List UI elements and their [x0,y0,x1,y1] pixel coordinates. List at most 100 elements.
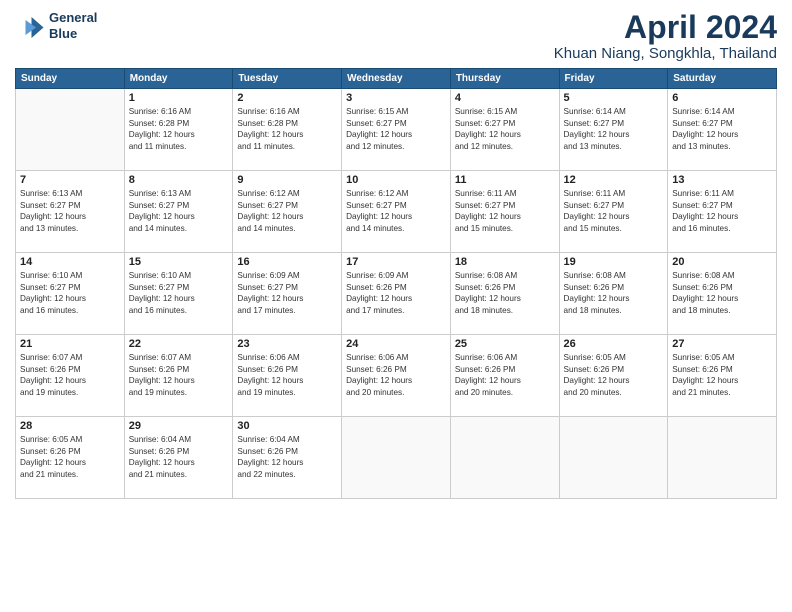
calendar-header: SundayMondayTuesdayWednesdayThursdayFrid… [16,69,777,89]
weekday-header-cell: Saturday [668,69,777,89]
day-number: 22 [129,338,229,350]
calendar-cell: 7 Sunrise: 6:13 AMSunset: 6:27 PMDaylight… [16,171,125,253]
calendar-cell: 6Sunrise: 6:14 AMSunset: 6:27 PMDaylight… [668,89,777,171]
calendar-cell: 9Sunrise: 6:12 AMSunset: 6:27 PMDaylight… [233,171,342,253]
calendar-cell: 4Sunrise: 6:15 AMSunset: 6:27 PMDaylight… [450,89,559,171]
calendar-week-row: 1 Sunrise: 6:16 AMSunset: 6:28 PMDaylight… [16,89,777,171]
day-info: Sunrise: 6:08 AMSunset: 6:26 PMDaylight:… [455,270,555,316]
day-info: Sunrise: 6:10 AMSunset: 6:27 PMDaylight:… [20,270,120,316]
day-number: 18 [455,256,555,268]
weekday-header-cell: Tuesday [233,69,342,89]
day-number: 10 [346,174,446,186]
calendar-cell [559,417,668,499]
calendar-cell: 19 Sunrise: 6:08 AMSunset: 6:26 PMDayligh… [559,253,668,335]
day-number: 26 [564,338,664,350]
logo-text: General Blue [49,10,97,41]
calendar-cell: 27 Sunrise: 6:05 AMSunset: 6:26 PMDayligh… [668,335,777,417]
day-number: 2 [237,92,337,104]
location-title: Khuan Niang, Songkhla, Thailand [554,45,777,62]
day-info: Sunrise: 6:05 AMSunset: 6:26 PMDaylight:… [564,352,664,398]
day-info: Sunrise: 6:13 AMSunset: 6:27 PMDaylight:… [20,188,120,234]
day-info: Sunrise: 6:11 AMSunset: 6:27 PMDaylight:… [672,188,772,234]
calendar-cell: 12 Sunrise: 6:11 AMSunset: 6:27 PMDayligh… [559,171,668,253]
day-info: Sunrise: 6:12 AMSunset: 6:27 PMDaylight:… [237,188,337,234]
calendar-cell: 26 Sunrise: 6:05 AMSunset: 6:26 PMDayligh… [559,335,668,417]
calendar-cell: 25 Sunrise: 6:06 AMSunset: 6:26 PMDayligh… [450,335,559,417]
day-info: Sunrise: 6:08 AMSunset: 6:26 PMDaylight:… [672,270,772,316]
calendar-cell: 5 Sunrise: 6:14 AMSunset: 6:27 PMDaylight… [559,89,668,171]
day-number: 12 [564,174,664,186]
calendar-cell: 21 Sunrise: 6:07 AMSunset: 6:26 PMDayligh… [16,335,125,417]
calendar-cell: 16 Sunrise: 6:09 AMSunset: 6:27 PMDayligh… [233,253,342,335]
calendar-cell: 2 Sunrise: 6:16 AMSunset: 6:28 PMDaylight… [233,89,342,171]
day-number: 29 [129,420,229,432]
header: General Blue April 2024 Khuan Niang, Son… [15,10,777,62]
day-number: 24 [346,338,446,350]
calendar-cell [450,417,559,499]
day-info: Sunrise: 6:08 AMSunset: 6:26 PMDaylight:… [564,270,664,316]
day-number: 11 [455,174,555,186]
day-number: 19 [564,256,664,268]
calendar-cell: 30Sunrise: 6:04 AMSunset: 6:26 PMDayligh… [233,417,342,499]
day-number: 13 [672,174,772,186]
weekday-header-cell: Monday [124,69,233,89]
day-info: Sunrise: 6:16 AMSunset: 6:28 PMDaylight:… [237,106,337,152]
day-info: Sunrise: 6:06 AMSunset: 6:26 PMDaylight:… [237,352,337,398]
day-info: Sunrise: 6:11 AMSunset: 6:27 PMDaylight:… [564,188,664,234]
calendar-cell: 3Sunrise: 6:15 AMSunset: 6:27 PMDaylight… [342,89,451,171]
day-number: 27 [672,338,772,350]
day-number: 16 [237,256,337,268]
calendar: SundayMondayTuesdayWednesdayThursdayFrid… [15,68,777,499]
calendar-cell: 18 Sunrise: 6:08 AMSunset: 6:26 PMDayligh… [450,253,559,335]
day-number: 7 [20,174,120,186]
day-info: Sunrise: 6:14 AMSunset: 6:27 PMDaylight:… [564,106,664,152]
calendar-cell [668,417,777,499]
calendar-cell: 20 Sunrise: 6:08 AMSunset: 6:26 PMDayligh… [668,253,777,335]
day-number: 21 [20,338,120,350]
day-info: Sunrise: 6:05 AMSunset: 6:26 PMDaylight:… [672,352,772,398]
day-info: Sunrise: 6:05 AMSunset: 6:26 PMDaylight:… [20,434,120,480]
day-number: 6 [672,92,772,104]
calendar-week-row: 28 Sunrise: 6:05 AMSunset: 6:26 PMDayligh… [16,417,777,499]
day-number: 8 [129,174,229,186]
calendar-week-row: 7 Sunrise: 6:13 AMSunset: 6:27 PMDaylight… [16,171,777,253]
weekday-header-cell: Thursday [450,69,559,89]
day-info: Sunrise: 6:07 AMSunset: 6:26 PMDaylight:… [20,352,120,398]
day-info: Sunrise: 6:06 AMSunset: 6:26 PMDaylight:… [455,352,555,398]
day-number: 25 [455,338,555,350]
day-info: Sunrise: 6:09 AMSunset: 6:27 PMDaylight:… [237,270,337,316]
calendar-cell: 24 Sunrise: 6:06 AMSunset: 6:26 PMDayligh… [342,335,451,417]
day-info: Sunrise: 6:15 AMSunset: 6:27 PMDaylight:… [455,106,555,152]
calendar-cell: 10 Sunrise: 6:12 AMSunset: 6:27 PMDayligh… [342,171,451,253]
day-info: Sunrise: 6:09 AMSunset: 6:26 PMDaylight:… [346,270,446,316]
calendar-cell [16,89,125,171]
day-number: 1 [129,92,229,104]
day-info: Sunrise: 6:04 AMSunset: 6:26 PMDaylight:… [237,434,337,480]
weekday-header-cell: Friday [559,69,668,89]
calendar-week-row: 14 Sunrise: 6:10 AMSunset: 6:27 PMDayligh… [16,253,777,335]
logo-icon [15,11,45,41]
day-number: 3 [346,92,446,104]
day-number: 20 [672,256,772,268]
calendar-cell: 28 Sunrise: 6:05 AMSunset: 6:26 PMDayligh… [16,417,125,499]
day-number: 28 [20,420,120,432]
day-info: Sunrise: 6:12 AMSunset: 6:27 PMDaylight:… [346,188,446,234]
calendar-body: 1 Sunrise: 6:16 AMSunset: 6:28 PMDaylight… [16,89,777,499]
day-info: Sunrise: 6:07 AMSunset: 6:26 PMDaylight:… [129,352,229,398]
calendar-cell: 17Sunrise: 6:09 AMSunset: 6:26 PMDayligh… [342,253,451,335]
day-info: Sunrise: 6:10 AMSunset: 6:27 PMDaylight:… [129,270,229,316]
calendar-cell: 11 Sunrise: 6:11 AMSunset: 6:27 PMDayligh… [450,171,559,253]
day-info: Sunrise: 6:06 AMSunset: 6:26 PMDaylight:… [346,352,446,398]
calendar-cell: 29Sunrise: 6:04 AMSunset: 6:26 PMDayligh… [124,417,233,499]
day-number: 5 [564,92,664,104]
calendar-cell: 13 Sunrise: 6:11 AMSunset: 6:27 PMDayligh… [668,171,777,253]
calendar-cell: 23 Sunrise: 6:06 AMSunset: 6:26 PMDayligh… [233,335,342,417]
weekday-header-cell: Sunday [16,69,125,89]
day-number: 23 [237,338,337,350]
day-number: 14 [20,256,120,268]
calendar-cell [342,417,451,499]
calendar-cell: 14 Sunrise: 6:10 AMSunset: 6:27 PMDayligh… [16,253,125,335]
month-title: April 2024 [554,10,777,45]
calendar-cell: 22 Sunrise: 6:07 AMSunset: 6:26 PMDayligh… [124,335,233,417]
day-info: Sunrise: 6:11 AMSunset: 6:27 PMDaylight:… [455,188,555,234]
